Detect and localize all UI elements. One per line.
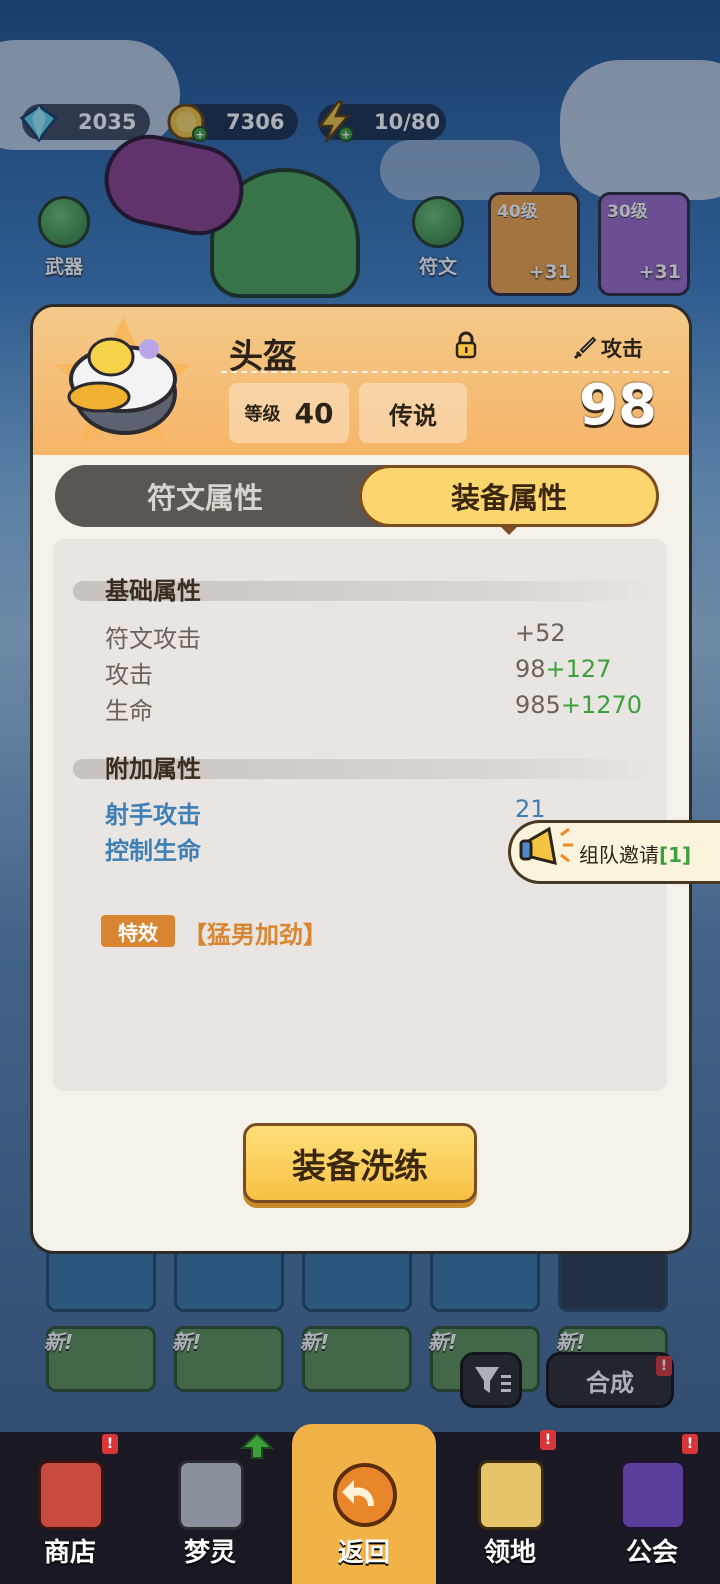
bottom-nav: 商店 ! 梦灵 返回 领地 ! 公会 ! — [0, 1424, 720, 1584]
megaphone-icon — [519, 826, 573, 866]
sword-icon — [573, 336, 597, 360]
attr-attack-value: 98+127 — [515, 655, 612, 683]
attr-hp-value: 985+1270 — [515, 691, 642, 719]
attr-archer-attack-name: 射手攻击 — [105, 801, 201, 829]
territory-icon — [478, 1460, 544, 1530]
tab-pointer — [499, 525, 519, 535]
team-invite-button[interactable]: 组队邀请[1] — [508, 820, 720, 884]
equipment-detail-popup: 头盔 攻击 等级 40 传说 98 符文属性 装备属性 基础属性 符文攻击 +5… — [30, 304, 692, 1254]
upgrade-arrow-icon — [240, 1432, 274, 1459]
tab-rune-attributes[interactable]: 符文属性 — [55, 465, 355, 527]
refine-equipment-button[interactable]: 装备洗练 — [243, 1123, 477, 1203]
back-arrow-icon — [333, 1463, 397, 1527]
rarity-pill: 传说 — [359, 383, 467, 443]
team-invite-count: [1] — [659, 843, 692, 867]
level-pill: 等级 40 — [229, 383, 349, 443]
nav-territory[interactable]: 领地 — [450, 1432, 570, 1584]
nav-guild[interactable]: 公会 — [592, 1432, 712, 1584]
attribute-tabs: 符文属性 装备属性 — [55, 465, 659, 527]
attr-hp-name: 生命 — [105, 697, 153, 725]
popup-header: 头盔 攻击 等级 40 传说 98 — [33, 307, 689, 455]
lock-icon[interactable] — [455, 331, 477, 359]
guild-alert-badge: ! — [682, 1434, 698, 1454]
nav-back[interactable]: 返回 — [304, 1432, 424, 1584]
power-value: 98 — [579, 373, 657, 438]
spirit-icon — [178, 1460, 244, 1530]
team-invite-label: 组队邀请 — [579, 843, 659, 867]
nav-shop[interactable]: 商店 — [10, 1432, 130, 1584]
shop-alert-badge: ! — [102, 1434, 118, 1454]
extra-attributes-title: 附加属性 — [105, 755, 201, 783]
stat-type-label: 攻击 — [573, 333, 643, 363]
tab-equipment-attributes[interactable]: 装备属性 — [359, 465, 659, 527]
effect-badge: 特效 — [101, 915, 175, 947]
attr-rune-attack-value: +52 — [515, 619, 566, 647]
guild-icon — [620, 1460, 686, 1530]
attr-attack-name: 攻击 — [105, 661, 153, 689]
helmet-item-icon — [55, 317, 191, 445]
attr-control-hp-name: 控制生命 — [105, 837, 201, 865]
effect-name[interactable]: 【猛男加劲】 — [183, 915, 327, 950]
territory-alert-badge: ! — [540, 1430, 556, 1450]
attr-rune-attack-name: 符文攻击 — [105, 625, 201, 653]
base-attributes-title: 基础属性 — [105, 577, 201, 605]
shop-icon — [38, 1460, 104, 1530]
